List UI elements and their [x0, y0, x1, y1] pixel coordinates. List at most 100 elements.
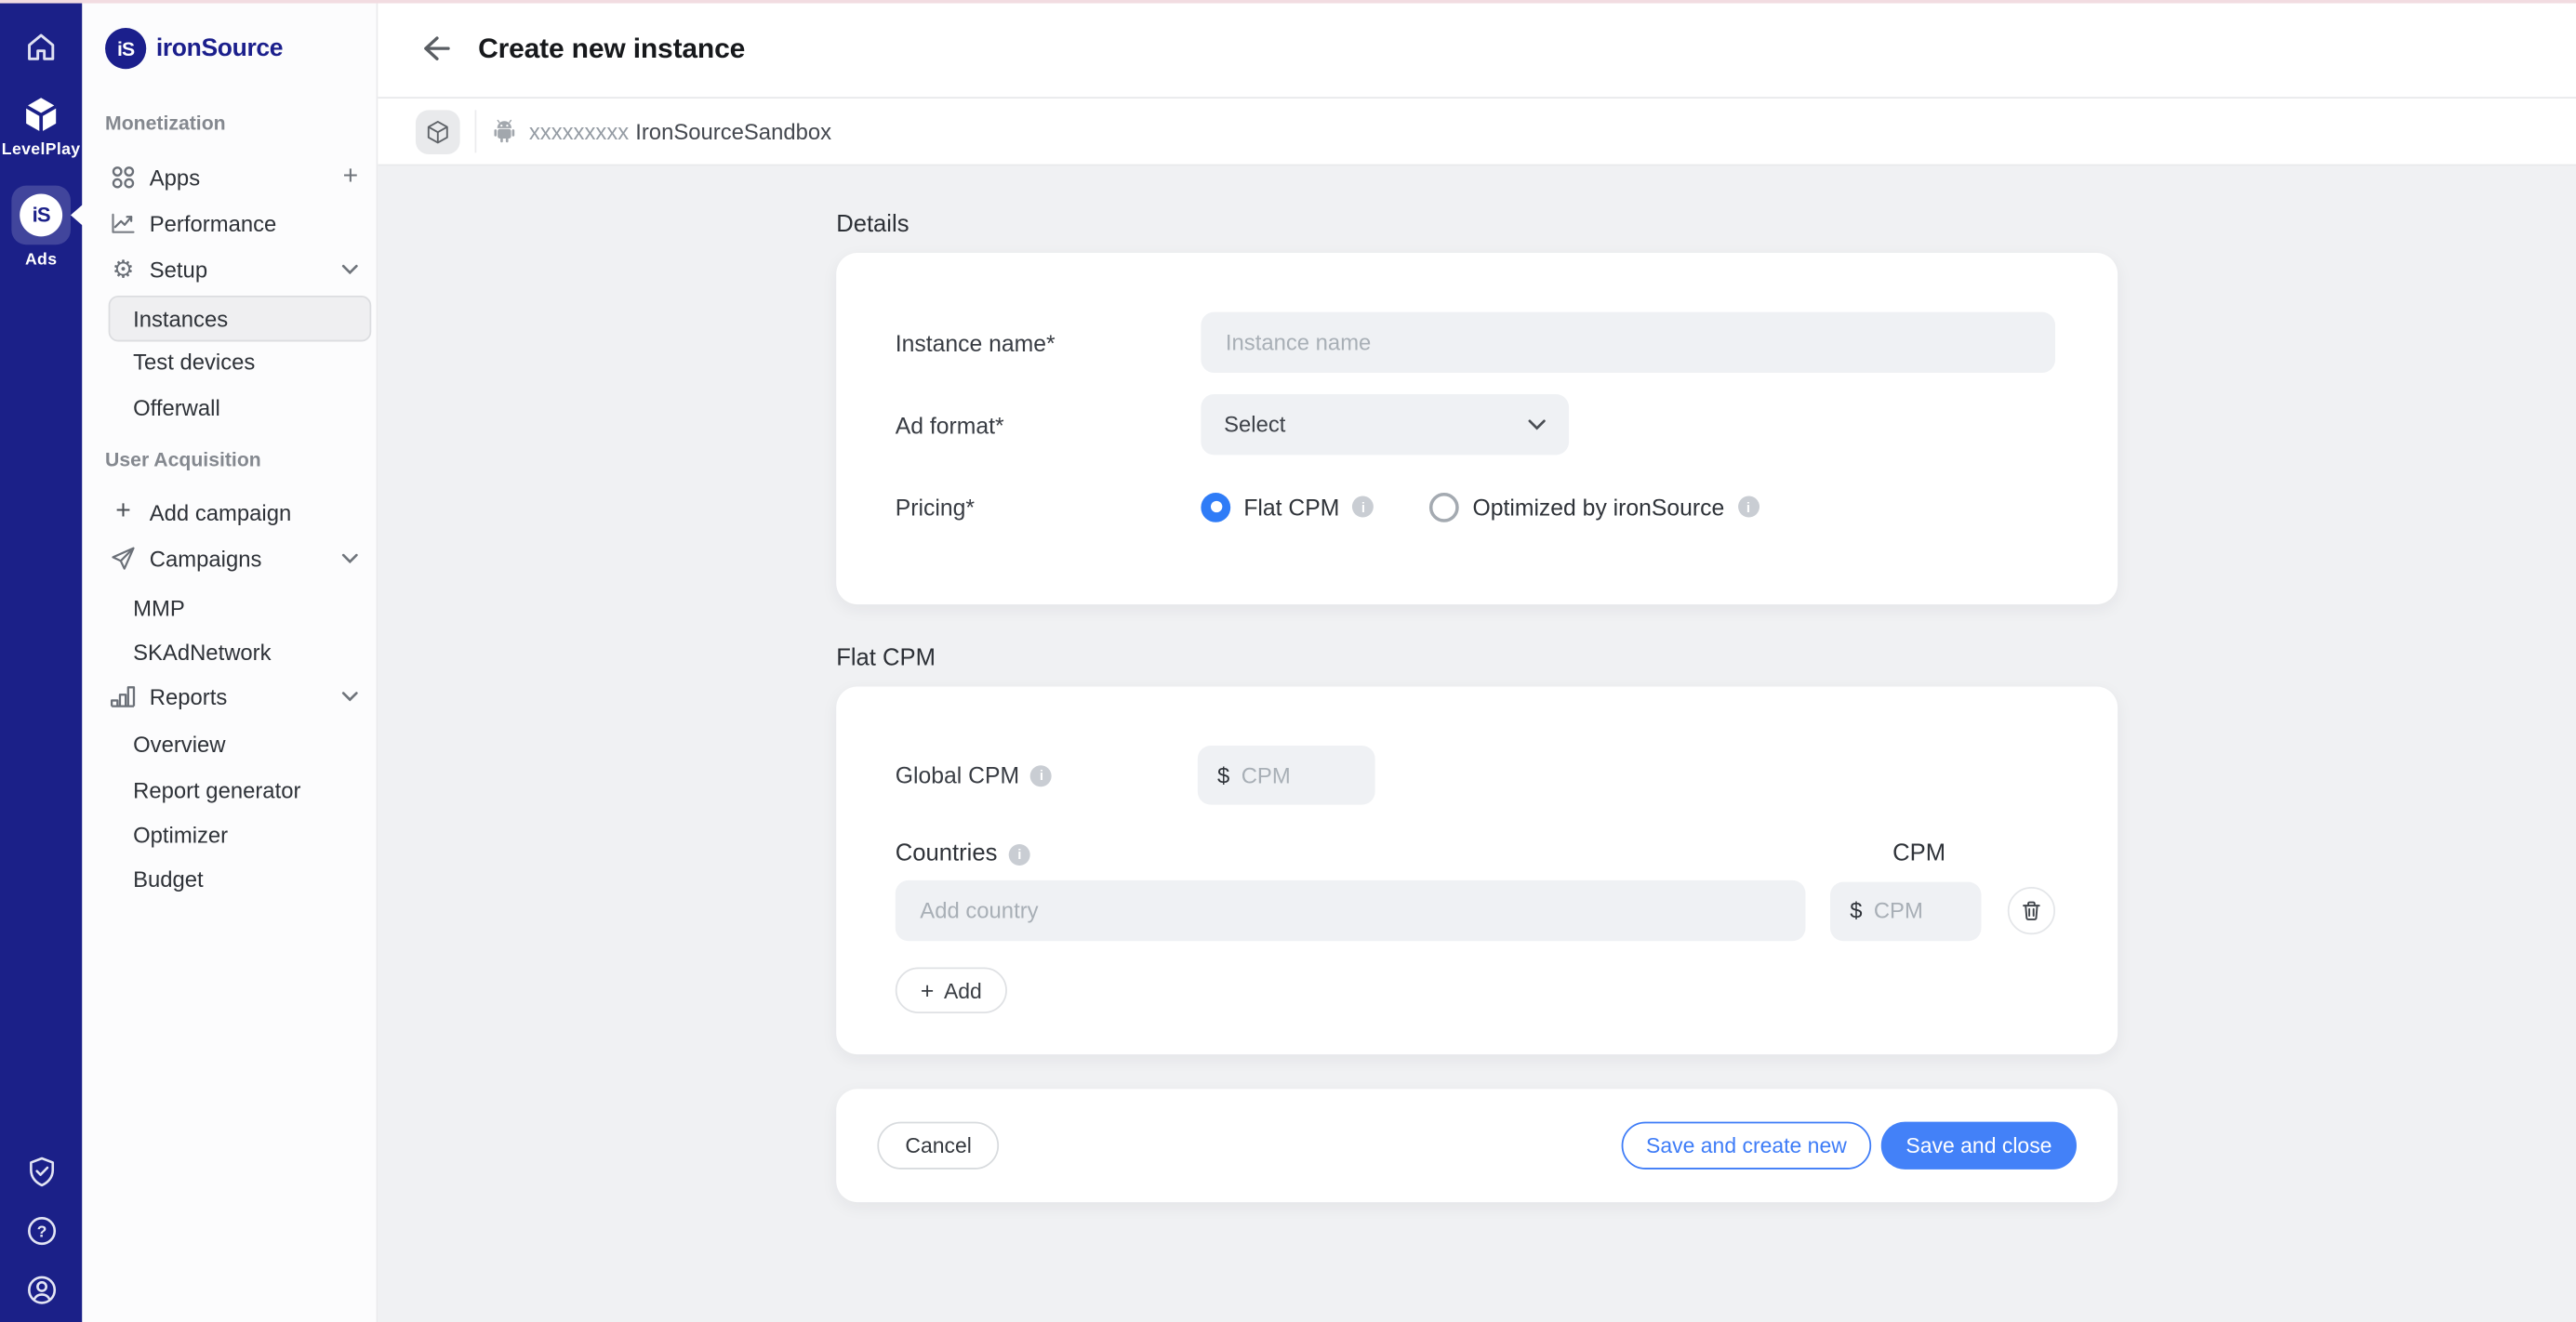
flat-cpm-radio[interactable] [1201, 492, 1230, 522]
global-cpm-field[interactable] [1242, 763, 1356, 787]
compliance-button[interactable] [0, 1155, 82, 1189]
help-button[interactable]: ? [0, 1214, 82, 1249]
unity-levelplay-icon [21, 95, 60, 134]
sidebar-item-label: Offerwall [133, 395, 220, 419]
countries-header-row: Countries i CPM [896, 840, 2118, 866]
sidebar-item-setup[interactable]: ⚙ Setup [82, 246, 378, 292]
instance-name-input[interactable] [1201, 312, 2055, 373]
sidebar-item-overview[interactable]: Overview [82, 721, 378, 767]
sidebar-item-campaigns[interactable]: Campaigns [82, 535, 378, 581]
flat-cpm-option-label: Flat CPM [1243, 494, 1339, 520]
add-country-button[interactable]: + Add [896, 968, 1007, 1013]
section-title-user-acquisition: User Acquisition [105, 448, 261, 471]
plus-icon: + [921, 979, 934, 1002]
ads-label: Ads [25, 251, 57, 269]
pricing-options: Flat CPM i Optimized by ironSource i [1201, 492, 1759, 522]
sidebar-item-label: Overview [133, 732, 225, 756]
currency-symbol: $ [1217, 763, 1229, 787]
global-cpm-row: Global CPM i $ [896, 746, 2118, 805]
sidebar-item-reports[interactable]: Reports [82, 673, 378, 719]
home-icon [23, 30, 60, 66]
add-label: Add [944, 978, 982, 1002]
global-cpm-input[interactable]: $ [1198, 746, 1375, 805]
home-button[interactable] [0, 30, 82, 66]
country-cpm-row: $ [896, 880, 2118, 941]
sidebar-item-label: Report generator [133, 777, 300, 801]
info-icon[interactable]: i [1737, 496, 1759, 518]
sidebar-item-add-campaign[interactable]: + Add campaign [82, 489, 378, 535]
chevron-down-icon [341, 264, 358, 274]
sidebar-item-label: Budget [133, 866, 204, 891]
sidebar-item-label: Apps [150, 165, 200, 190]
instance-name-label: Instance name* [896, 329, 1202, 355]
sidebar-item-skadnetwork[interactable]: SKAdNetwork [82, 629, 378, 675]
optimized-option-label: Optimized by ironSource [1472, 494, 1724, 520]
save-and-create-new-button[interactable]: Save and create new [1622, 1122, 1872, 1170]
ad-format-select[interactable]: Select [1201, 394, 1569, 455]
sidebar-item-apps[interactable]: Apps + [82, 154, 378, 200]
android-icon [491, 118, 517, 144]
chevron-down-icon [341, 692, 358, 702]
help-circle-icon: ? [24, 1214, 59, 1249]
sidebar-item-offerwall[interactable]: Offerwall [82, 384, 378, 430]
apps-grid-icon [109, 165, 139, 191]
info-icon[interactable]: i [1030, 764, 1052, 786]
ad-format-label: Ad format* [896, 412, 1202, 438]
svg-text:?: ? [36, 1222, 46, 1240]
required-asterisk: * [995, 412, 1004, 438]
delete-row-button[interactable] [2008, 887, 2055, 934]
required-asterisk: * [965, 494, 975, 520]
shield-check-icon [24, 1155, 59, 1189]
content-area: Details Instance name* Ad format* [378, 165, 2576, 1322]
country-input[interactable] [896, 880, 1806, 941]
section-title-details: Details [836, 212, 2118, 238]
info-icon[interactable]: i [1353, 496, 1374, 518]
country-cpm-field[interactable] [1874, 898, 1961, 922]
info-icon[interactable]: i [1009, 843, 1030, 865]
country-cpm-input[interactable]: $ [1830, 881, 1982, 941]
sidebar-item-optimizer[interactable]: Optimizer [82, 812, 378, 857]
divider [475, 110, 477, 152]
back-button[interactable] [416, 29, 455, 68]
brand-logo[interactable]: iS ironSource [105, 28, 283, 69]
section-title-flat-cpm: Flat CPM [836, 645, 2118, 671]
countries-label: Countries i [896, 840, 1030, 866]
ironsource-logo-icon: iS [105, 28, 146, 69]
sidebar-item-label: Setup [150, 257, 207, 281]
sidebar-item-label: Campaigns [150, 546, 262, 570]
sidebar-item-test-devices[interactable]: Test devices [82, 338, 378, 384]
sidebar: iS ironSource Monetization Apps + Perfor… [82, 0, 378, 1322]
account-button[interactable] [0, 1273, 82, 1307]
sidebar-item-report-generator[interactable]: Report generator [82, 767, 378, 813]
select-value: Select [1224, 412, 1285, 436]
sidebar-item-label: Reports [150, 684, 228, 708]
reports-bars-icon [109, 683, 139, 709]
cancel-button[interactable]: Cancel [877, 1122, 1000, 1170]
optimized-radio[interactable] [1430, 492, 1460, 522]
sidebar-item-label: MMP [133, 595, 185, 619]
ads-button[interactable]: iS Ads [0, 186, 82, 270]
sidebar-item-performance[interactable]: Performance [82, 201, 378, 246]
page-title: Create new instance [478, 32, 745, 64]
details-card: Instance name* Ad format* Select [836, 253, 2118, 604]
sidebar-item-instances[interactable]: Instances [109, 296, 372, 341]
chevron-down-icon [1528, 418, 1546, 430]
sidebar-item-label: Add campaign [150, 500, 291, 524]
add-app-button[interactable]: + [343, 165, 359, 191]
cpm-column-header: CPM [1892, 840, 2118, 866]
save-and-close-button[interactable]: Save and close [1881, 1122, 2077, 1170]
ironsource-is-icon: iS [20, 193, 62, 236]
app-name: IronSourceSandbox [635, 119, 831, 143]
app-rail: LevelPlay iS Ads ? [0, 0, 82, 1322]
sidebar-item-label: Optimizer [133, 822, 228, 846]
sidebar-item-budget[interactable]: Budget [82, 855, 378, 901]
plus-icon: + [109, 499, 139, 525]
levelplay-button[interactable]: LevelPlay [0, 95, 82, 159]
cube-icon [424, 117, 452, 145]
user-circle-icon [24, 1273, 59, 1307]
required-asterisk: * [1046, 329, 1056, 355]
campaigns-send-icon [109, 546, 139, 572]
main-panel: Create new instance xxxxxxxxxIronSourceS… [378, 0, 2576, 1322]
global-cpm-label: Global CPM i [896, 762, 1198, 788]
sidebar-item-mmp[interactable]: MMP [82, 585, 378, 630]
